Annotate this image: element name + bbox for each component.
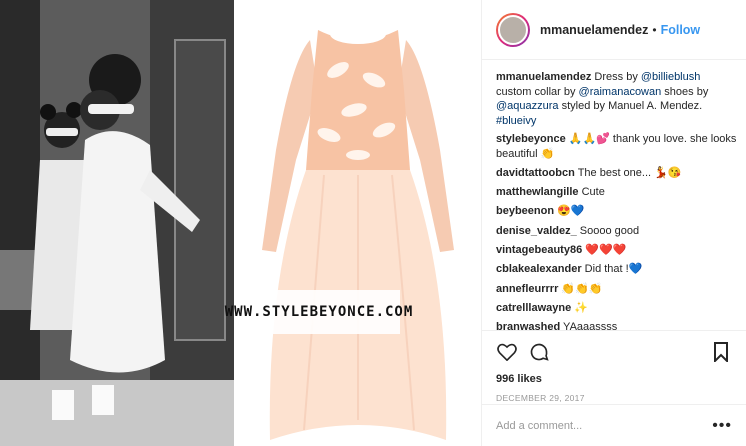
comment-item: davidtattoobcn The best one... 💃😘: [496, 166, 738, 181]
more-icon[interactable]: •••: [712, 417, 732, 435]
comments-list: mmanuelamendez Dress by @billieblush cus…: [496, 70, 738, 339]
dress-illustration: [234, 0, 481, 446]
comment-username[interactable]: cblakealexander: [496, 263, 582, 275]
likes-count[interactable]: 996 likes: [496, 373, 732, 385]
comment-item: cblakealexander Did that !💙: [496, 262, 738, 277]
caption-text: styled by Manuel A. Mendez.: [558, 100, 703, 112]
comment-text: Cute: [578, 186, 605, 199]
header-username[interactable]: mmanuelamendez: [540, 23, 648, 37]
caption-text: custom collar by: [496, 85, 579, 98]
comment-username[interactable]: davidtattoobcn: [496, 167, 575, 179]
post-date: DECEMBER 29, 2017: [496, 393, 585, 403]
follow-button[interactable]: Follow: [661, 23, 701, 37]
post-header: mmanuelamendez • Follow: [482, 0, 746, 60]
comment-icon[interactable]: [528, 341, 550, 363]
comment-username[interactable]: denise_valdez_: [496, 225, 577, 237]
header-separator: •: [652, 22, 657, 37]
caption-hashtag[interactable]: #blueivy: [496, 115, 536, 127]
comment-item: matthewlangille Cute: [496, 185, 738, 200]
caption-text: Dress by: [591, 71, 641, 83]
caption-mention[interactable]: @billieblush: [641, 71, 700, 83]
girls-photo-illustration: [0, 0, 234, 446]
add-comment-bar: •••: [482, 404, 746, 446]
comment-text: Did that !💙: [581, 263, 643, 276]
comment-username[interactable]: matthewlangille: [496, 186, 579, 198]
comment-text: Soooo good: [576, 224, 640, 237]
comment-username[interactable]: annefleurrrr: [496, 283, 558, 295]
avatar[interactable]: [496, 12, 530, 47]
caption-username[interactable]: mmanuelamendez: [496, 71, 591, 83]
comment-text: The best one... 💃😘: [574, 166, 682, 179]
caption-mention[interactable]: @aquazzura: [496, 100, 559, 112]
caption-mention[interactable]: @raimanacowan: [579, 86, 662, 98]
comment-text: ✨: [571, 301, 588, 314]
post-sidebar: mmanuelamendez • Follow mmanuelamendez D…: [482, 0, 746, 446]
comment-item: stylebeyonce 🙏🙏💕 thank you love. she loo…: [496, 132, 738, 161]
comment-username[interactable]: stylebeyonce: [496, 133, 566, 145]
comment-text: ❤️❤️❤️: [582, 243, 627, 256]
post-photo-dress: [234, 0, 482, 446]
comment-username[interactable]: vintagebeauty86: [496, 244, 582, 256]
comment-item: beybeenon 😍💙: [496, 204, 738, 219]
action-icons: [496, 341, 732, 363]
comment-input[interactable]: [496, 419, 706, 432]
post-actions: 996 likes DECEMBER 29, 2017: [482, 330, 746, 403]
caption-text: shoes by: [661, 85, 709, 98]
comment-item: catrelllawayne ✨: [496, 301, 738, 316]
post-photo-left: [0, 0, 234, 446]
bookmark-icon[interactable]: [710, 341, 732, 363]
caption: mmanuelamendez Dress by @billieblush cus…: [496, 70, 738, 128]
watermark: WWW.STYLEBEYONCE.COM: [225, 290, 412, 334]
comment-text: 😍💙: [554, 205, 585, 218]
comment-username[interactable]: beybeenon: [496, 205, 554, 217]
comment-item: denise_valdez_ Soooo good: [496, 224, 738, 239]
comment-item: annefleurrrr 👏👏👏: [496, 282, 738, 297]
heart-icon[interactable]: [496, 341, 518, 363]
comment-username[interactable]: catrelllawayne: [496, 302, 571, 314]
comment-text: 👏👏👏: [558, 282, 603, 295]
comment-item: vintagebeauty86 ❤️❤️❤️: [496, 243, 738, 258]
